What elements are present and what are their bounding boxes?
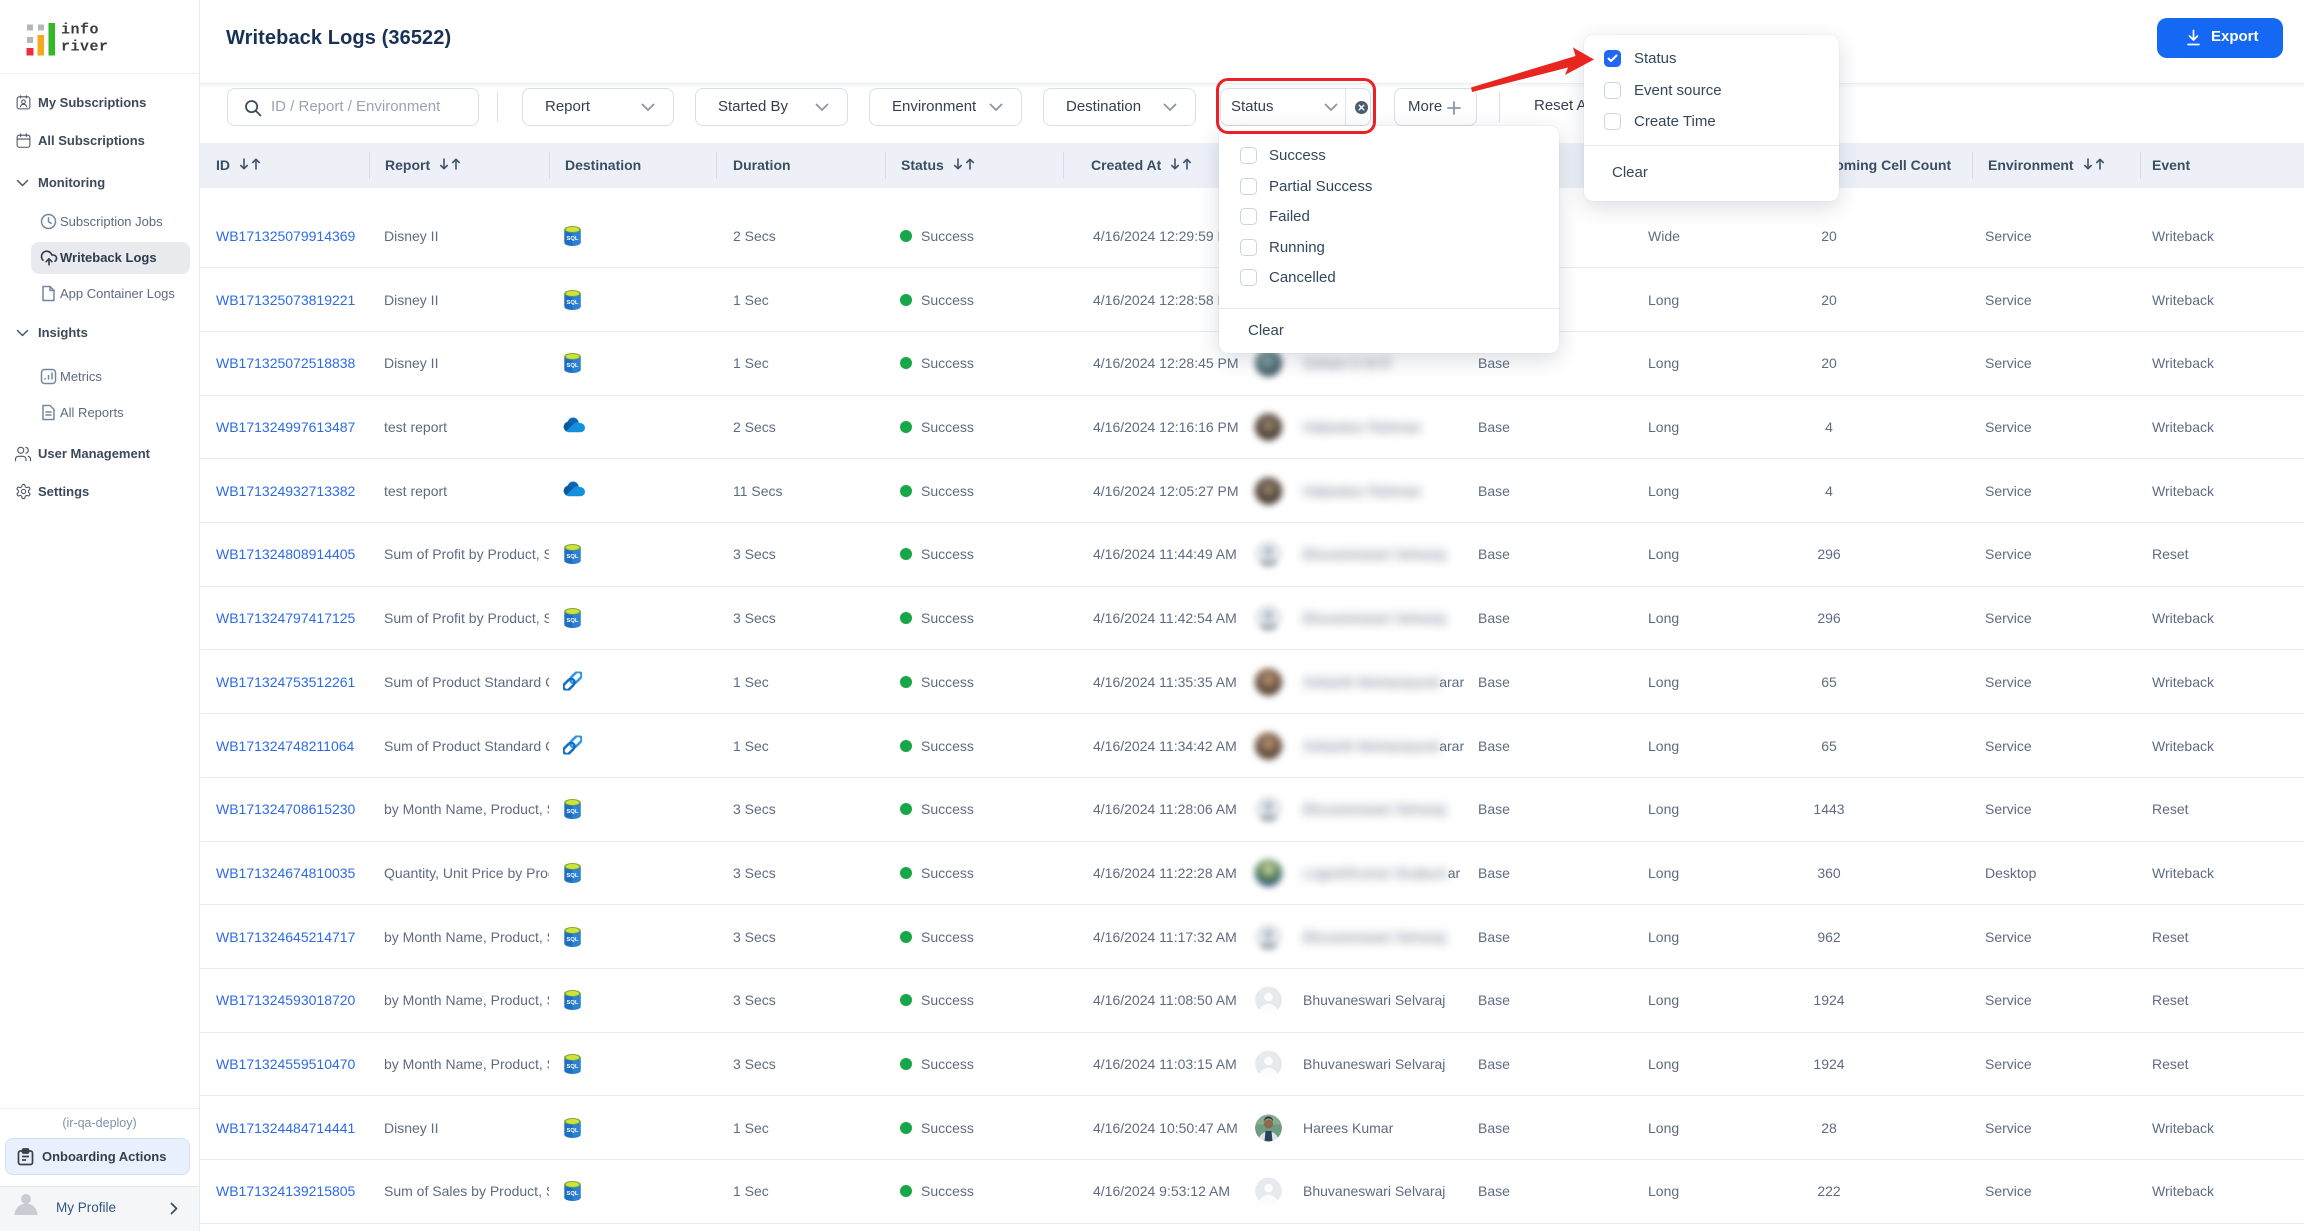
svg-text:info: info	[61, 22, 99, 39]
svg-text:SQL: SQL	[567, 809, 579, 815]
svg-text:river: river	[61, 39, 109, 56]
svg-text:SQL: SQL	[567, 554, 579, 560]
svg-text:SQL: SQL	[567, 363, 579, 369]
svg-text:SQL: SQL	[567, 236, 579, 242]
svg-text:SQL: SQL	[567, 1064, 579, 1070]
svg-text:SQL: SQL	[567, 618, 579, 624]
svg-text:SQL: SQL	[567, 1128, 579, 1134]
svg-text:SQL: SQL	[567, 1191, 579, 1197]
svg-text:SQL: SQL	[567, 300, 579, 306]
svg-text:SQL: SQL	[567, 937, 579, 943]
svg-text:SQL: SQL	[567, 873, 579, 879]
svg-text:SQL: SQL	[567, 1000, 579, 1006]
